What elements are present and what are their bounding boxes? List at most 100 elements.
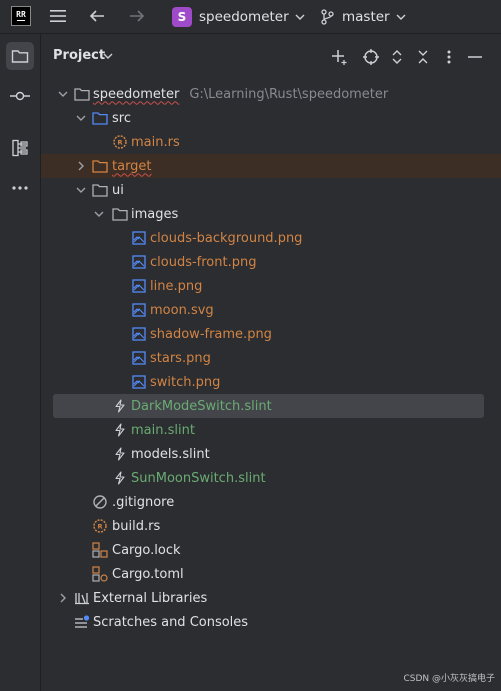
tree-row-build-rs[interactable]: R build.rs bbox=[41, 514, 501, 538]
expand-all-icon[interactable] bbox=[387, 47, 407, 67]
image-file-icon bbox=[131, 350, 147, 366]
chevron-right-icon[interactable] bbox=[57, 592, 69, 604]
svg-text:R: R bbox=[97, 523, 102, 531]
image-file-icon bbox=[131, 302, 147, 318]
more-horizontal-icon bbox=[12, 186, 28, 190]
image-file-label: stars.png bbox=[150, 350, 211, 366]
tree-row-image-file[interactable]: moon.svg bbox=[41, 298, 501, 322]
chevron-down-icon[interactable] bbox=[75, 112, 87, 124]
image-file-icon bbox=[131, 230, 147, 246]
tree-row-slint-file[interactable]: main.slint bbox=[41, 418, 501, 442]
tree-row-image-file[interactable]: switch.png bbox=[41, 370, 501, 394]
svg-text:R: R bbox=[117, 139, 122, 147]
root-path-hint: G:\Learning\Rust\speedometer bbox=[189, 86, 389, 102]
chevron-right-icon[interactable] bbox=[75, 160, 87, 172]
main-rs-label: main.rs bbox=[131, 134, 180, 150]
gitignore-label: .gitignore bbox=[112, 494, 175, 510]
app-logo-text: RR bbox=[16, 10, 26, 19]
tree-row-image-file[interactable]: clouds-front.png bbox=[41, 250, 501, 274]
chevron-down-icon[interactable] bbox=[93, 208, 105, 220]
tree-row-main-rs[interactable]: R main.rs bbox=[41, 130, 501, 154]
tree-row-root[interactable]: speedometer G:\Learning\Rust\speedometer bbox=[41, 82, 501, 106]
tree-row-image-file[interactable]: line.png bbox=[41, 274, 501, 298]
more-tools-button[interactable] bbox=[6, 174, 34, 202]
forward-arrow-icon[interactable] bbox=[128, 7, 146, 25]
project-tool-button[interactable] bbox=[6, 42, 34, 70]
image-file-label: clouds-front.png bbox=[150, 254, 257, 270]
root-folder-label: speedometer bbox=[93, 86, 180, 102]
slint-file-icon bbox=[112, 446, 128, 462]
tree-row-image-file[interactable]: clouds-background.png bbox=[41, 226, 501, 250]
tree-row-scratches[interactable]: Scratches and Consoles bbox=[41, 610, 501, 634]
ignore-file-icon bbox=[92, 494, 108, 510]
library-icon bbox=[74, 590, 90, 606]
back-arrow-icon[interactable] bbox=[88, 7, 106, 25]
slint-file-label: main.slint bbox=[131, 422, 195, 438]
image-file-label: line.png bbox=[150, 278, 203, 294]
main-menu-icon[interactable] bbox=[49, 7, 67, 25]
options-vertical-icon[interactable] bbox=[439, 47, 459, 67]
tree-row-src[interactable]: src bbox=[41, 106, 501, 130]
new-file-icon[interactable] bbox=[329, 47, 349, 67]
image-file-icon bbox=[131, 278, 147, 294]
chevron-down-icon[interactable] bbox=[75, 184, 87, 196]
commit-tool-button[interactable] bbox=[6, 82, 34, 110]
slint-file-icon bbox=[112, 398, 128, 414]
src-label: src bbox=[112, 110, 131, 126]
rust-file-icon: R bbox=[92, 518, 108, 534]
tree-row-slint-file[interactable]: SunMoonSwitch.slint bbox=[41, 466, 501, 490]
images-label: images bbox=[131, 206, 179, 222]
image-file-icon bbox=[131, 374, 147, 390]
watermark: CSDN @小灰灰搞电子 bbox=[403, 674, 495, 684]
tree-row-image-file[interactable]: shadow-frame.png bbox=[41, 322, 501, 346]
tree-row-gitignore[interactable]: .gitignore bbox=[41, 490, 501, 514]
locate-file-icon[interactable] bbox=[361, 47, 381, 67]
tree-row-slint-file[interactable]: models.slint bbox=[41, 442, 501, 466]
tree-row-target[interactable]: target bbox=[41, 154, 501, 178]
scratches-label: Scratches and Consoles bbox=[93, 614, 249, 630]
chevron-down-icon bbox=[396, 14, 406, 20]
tree-row-slint-file-selected[interactable]: DarkModeSwitch.slint bbox=[53, 394, 484, 418]
tree-row-external-libraries[interactable]: External Libraries bbox=[41, 586, 501, 610]
structure-tool-button[interactable] bbox=[6, 134, 34, 162]
branch-name: master bbox=[342, 9, 390, 25]
app-logo[interactable]: RR bbox=[11, 6, 31, 26]
image-file-icon bbox=[131, 326, 147, 342]
tree-row-cargo-toml[interactable]: Cargo.toml bbox=[41, 562, 501, 586]
ui-label: ui bbox=[112, 182, 124, 198]
panel-title[interactable]: Project bbox=[53, 48, 105, 63]
folder-icon bbox=[112, 206, 128, 222]
chevron-down-icon[interactable] bbox=[103, 52, 113, 60]
cargo-file-icon bbox=[92, 542, 108, 558]
slint-file-icon bbox=[112, 470, 128, 486]
source-folder-icon bbox=[92, 110, 108, 126]
tree-row-image-file[interactable]: stars.png bbox=[41, 346, 501, 370]
chevron-down-icon[interactable] bbox=[57, 88, 69, 100]
commit-icon bbox=[10, 91, 30, 101]
image-file-label: switch.png bbox=[150, 374, 221, 390]
tool-window-strip bbox=[0, 34, 41, 691]
folder-icon bbox=[74, 86, 90, 102]
build-rs-label: build.rs bbox=[112, 518, 161, 534]
project-switcher[interactable]: S speedometer bbox=[172, 6, 305, 28]
project-name: speedometer bbox=[199, 9, 289, 25]
title-bar: RR S speedometer master bbox=[0, 0, 501, 34]
slint-file-icon bbox=[112, 422, 128, 438]
tree-row-cargo-lock[interactable]: Cargo.lock bbox=[41, 538, 501, 562]
hide-panel-icon[interactable] bbox=[465, 47, 485, 67]
slint-file-label: SunMoonSwitch.slint bbox=[131, 470, 266, 486]
cargo-toml-label: Cargo.toml bbox=[112, 566, 184, 582]
target-label: target bbox=[112, 158, 152, 174]
scratches-icon bbox=[74, 614, 90, 630]
chevron-down-icon bbox=[295, 14, 305, 20]
image-file-label: moon.svg bbox=[150, 302, 214, 318]
structure-icon bbox=[12, 139, 28, 157]
folder-icon bbox=[92, 182, 108, 198]
folder-icon bbox=[11, 50, 29, 63]
tree-row-images[interactable]: images bbox=[41, 202, 501, 226]
slint-file-label: models.slint bbox=[131, 446, 210, 462]
collapse-all-icon[interactable] bbox=[413, 47, 433, 67]
branch-switcher[interactable]: master bbox=[320, 6, 406, 28]
tree-row-ui[interactable]: ui bbox=[41, 178, 501, 202]
git-branch-icon bbox=[321, 9, 334, 25]
